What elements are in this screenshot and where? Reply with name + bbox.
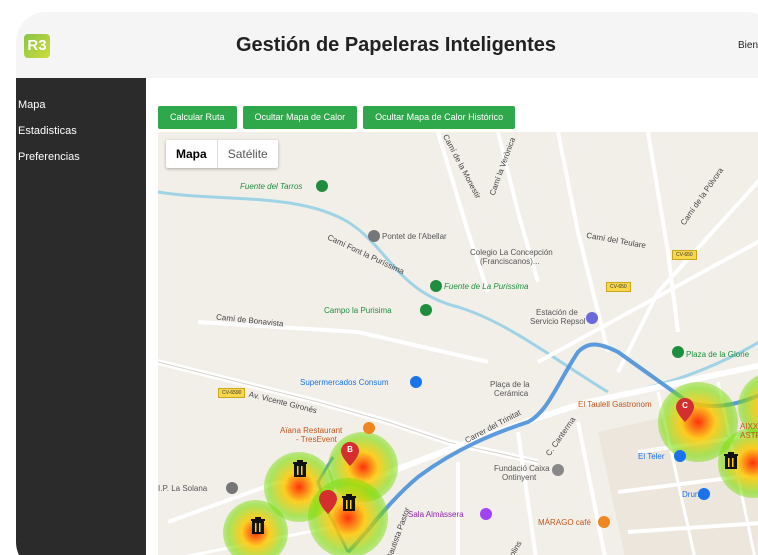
calculate-route-button[interactable]: Calcular Ruta [158,106,237,129]
map-label: I.P. La Solana [158,484,208,493]
theater-icon[interactable] [480,508,492,520]
map-label: ASTRONOM [740,431,758,440]
cafe-icon[interactable] [598,516,610,528]
park-icon[interactable] [672,346,684,358]
map-toolbar: Calcular Ruta Ocultar Mapa de Calor Ocul… [158,106,516,129]
shopping-icon[interactable] [674,450,686,462]
map-label: (Franciscanos)... [480,257,540,266]
map-label: Sala Almàssera [408,510,464,519]
map-label: Campo la Purisima [324,306,392,315]
map-view[interactable]: Mapa Satélite Fuente del Tarros Pontet d… [158,132,758,555]
school-icon[interactable] [226,482,238,494]
park-icon[interactable] [420,304,432,316]
place-icon[interactable] [368,230,380,242]
sidebar-item-estadisticas[interactable]: Estadisticas [16,118,146,144]
map-label: Plaça de la [490,380,530,389]
map-type-toggle: Mapa Satélite [166,140,278,168]
route-marker-label: C [682,401,688,410]
route-marker-b[interactable]: B [341,442,359,466]
hide-heatmap-button[interactable]: Ocultar Mapa de Calor [242,106,358,129]
app-header: R3 Gestión de Papeleras Inteligentes Bie… [16,12,758,78]
welcome-text: Bien [738,40,758,51]
map-base [158,132,758,555]
map-label: El Teler [638,452,665,461]
map-label: Fuente de La Purissima [444,282,529,291]
route-marker-a[interactable] [319,490,337,514]
map-label: Pontet de l'Abellar [382,232,447,241]
map-label: AIXXI ESPA [740,422,758,431]
map-type-satellite-button[interactable]: Satélite [216,140,278,168]
restaurant-icon[interactable] [363,422,375,434]
map-label: MÁRAGO café [538,518,591,527]
map-label: El Taulell Gastronom [578,400,652,409]
place-icon[interactable] [552,464,564,476]
map-label: Aïana Restaurant [280,426,343,435]
route-marker-c[interactable]: C [676,398,694,422]
park-icon[interactable] [430,280,442,292]
route-marker-label: B [347,445,353,454]
map-label: Ontinyent [502,473,537,482]
map-label: Estación de [536,308,578,317]
map-label: Colegio La Concepción [470,248,553,257]
map-label: Fuente del Tarros [240,182,303,191]
fuel-icon[interactable] [586,312,598,324]
sidebar: Mapa Estadisticas Preferencias [16,78,146,555]
trash-bin-icon[interactable] [340,492,358,512]
trash-bin-icon[interactable] [722,450,740,470]
map-pin-icon [319,490,337,514]
hide-historic-heatmap-button[interactable]: Ocultar Mapa de Calor Histórico [363,106,516,129]
road-shield: CV-650 [606,282,631,292]
park-icon[interactable] [316,180,328,192]
map-type-map-button[interactable]: Mapa [166,140,217,168]
app-window: R3 Gestión de Papeleras Inteligentes Bie… [16,12,758,555]
main-content: Calcular Ruta Ocultar Mapa de Calor Ocul… [146,78,758,555]
page-title: Gestión de Papeleras Inteligentes [235,34,557,56]
map-label: - TresEvent [296,435,337,444]
shopping-icon[interactable] [410,376,422,388]
sidebar-item-preferencias[interactable]: Preferencias [16,144,146,170]
map-label: Cerámica [494,389,529,398]
sidebar-item-mapa[interactable]: Mapa [16,92,146,118]
map-label: Fundació Caixa [494,464,550,473]
map-label: Plaza de la Glorie [686,350,750,359]
road-shield: CV-6590 [218,388,246,398]
map-label: Druni [682,490,702,499]
trash-bin-icon[interactable] [291,458,309,478]
road-shield: CV-650 [672,250,697,260]
trash-bin-icon[interactable] [249,515,267,535]
map-label: Servicio Repsol [530,317,586,326]
map-label: Supermercados Consum [300,378,389,387]
